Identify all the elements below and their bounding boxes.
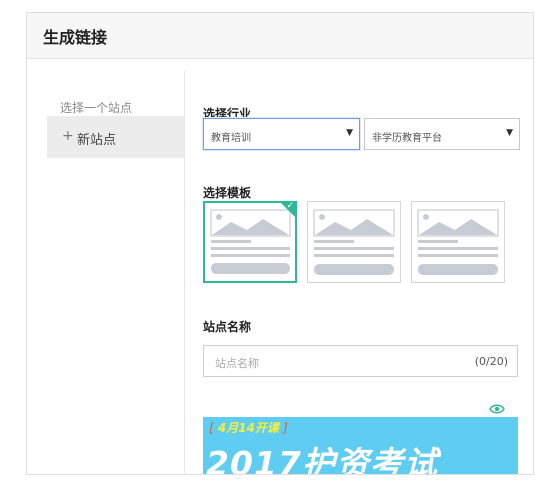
generate-link-panel: 生成链接 选择一个站点 + 新站点 选择行业 教育培训 ▼ 非学历教育平台 ▼ … xyxy=(26,12,534,475)
template-option-2[interactable] xyxy=(307,201,401,283)
new-site-label: 新站点 xyxy=(77,133,117,148)
site-name-input[interactable]: 站点名称 (0/20) xyxy=(203,345,518,377)
preview-banner: [ 4月14开课 ] 2017护资考试 xyxy=(203,417,518,475)
check-icon: ✓ xyxy=(286,201,294,211)
industry-primary-select[interactable]: 教育培训 ▼ xyxy=(203,118,360,150)
template-thumbnail xyxy=(313,209,395,275)
page-title: 生成链接 xyxy=(43,28,108,47)
site-sidebar: 选择一个站点 + 新站点 xyxy=(27,71,185,474)
template-thumbnail xyxy=(417,209,499,275)
template-option-1[interactable]: ✓ xyxy=(203,201,297,283)
chevron-down-icon: ▼ xyxy=(346,128,353,138)
plus-icon: + xyxy=(62,128,74,144)
banner-date: [ 4月14开课 ] xyxy=(209,421,288,435)
industry-primary-value: 教育培训 xyxy=(211,133,251,144)
main-content: 选择行业 教育培训 ▼ 非学历教育平台 ▼ 选择模板 ✓ 站点名称 站点名称 (… xyxy=(185,71,533,475)
industry-secondary-value: 非学历教育平台 xyxy=(372,133,442,144)
panel-header: 生成链接 xyxy=(27,13,533,59)
char-counter: (0/20) xyxy=(474,355,508,368)
site-name-placeholder: 站点名称 xyxy=(215,357,259,370)
banner-headline: 2017护资考试 xyxy=(206,444,438,475)
industry-secondary-select[interactable]: 非学历教育平台 ▼ xyxy=(364,118,520,150)
new-site-button[interactable]: + 新站点 xyxy=(47,116,184,158)
site-name-heading: 站点名称 xyxy=(203,320,252,334)
select-site-hint: 选择一个站点 xyxy=(60,101,133,115)
eye-icon[interactable] xyxy=(489,399,505,418)
chevron-down-icon: ▼ xyxy=(506,128,513,138)
template-heading: 选择模板 xyxy=(203,186,252,200)
template-option-3[interactable] xyxy=(411,201,505,283)
